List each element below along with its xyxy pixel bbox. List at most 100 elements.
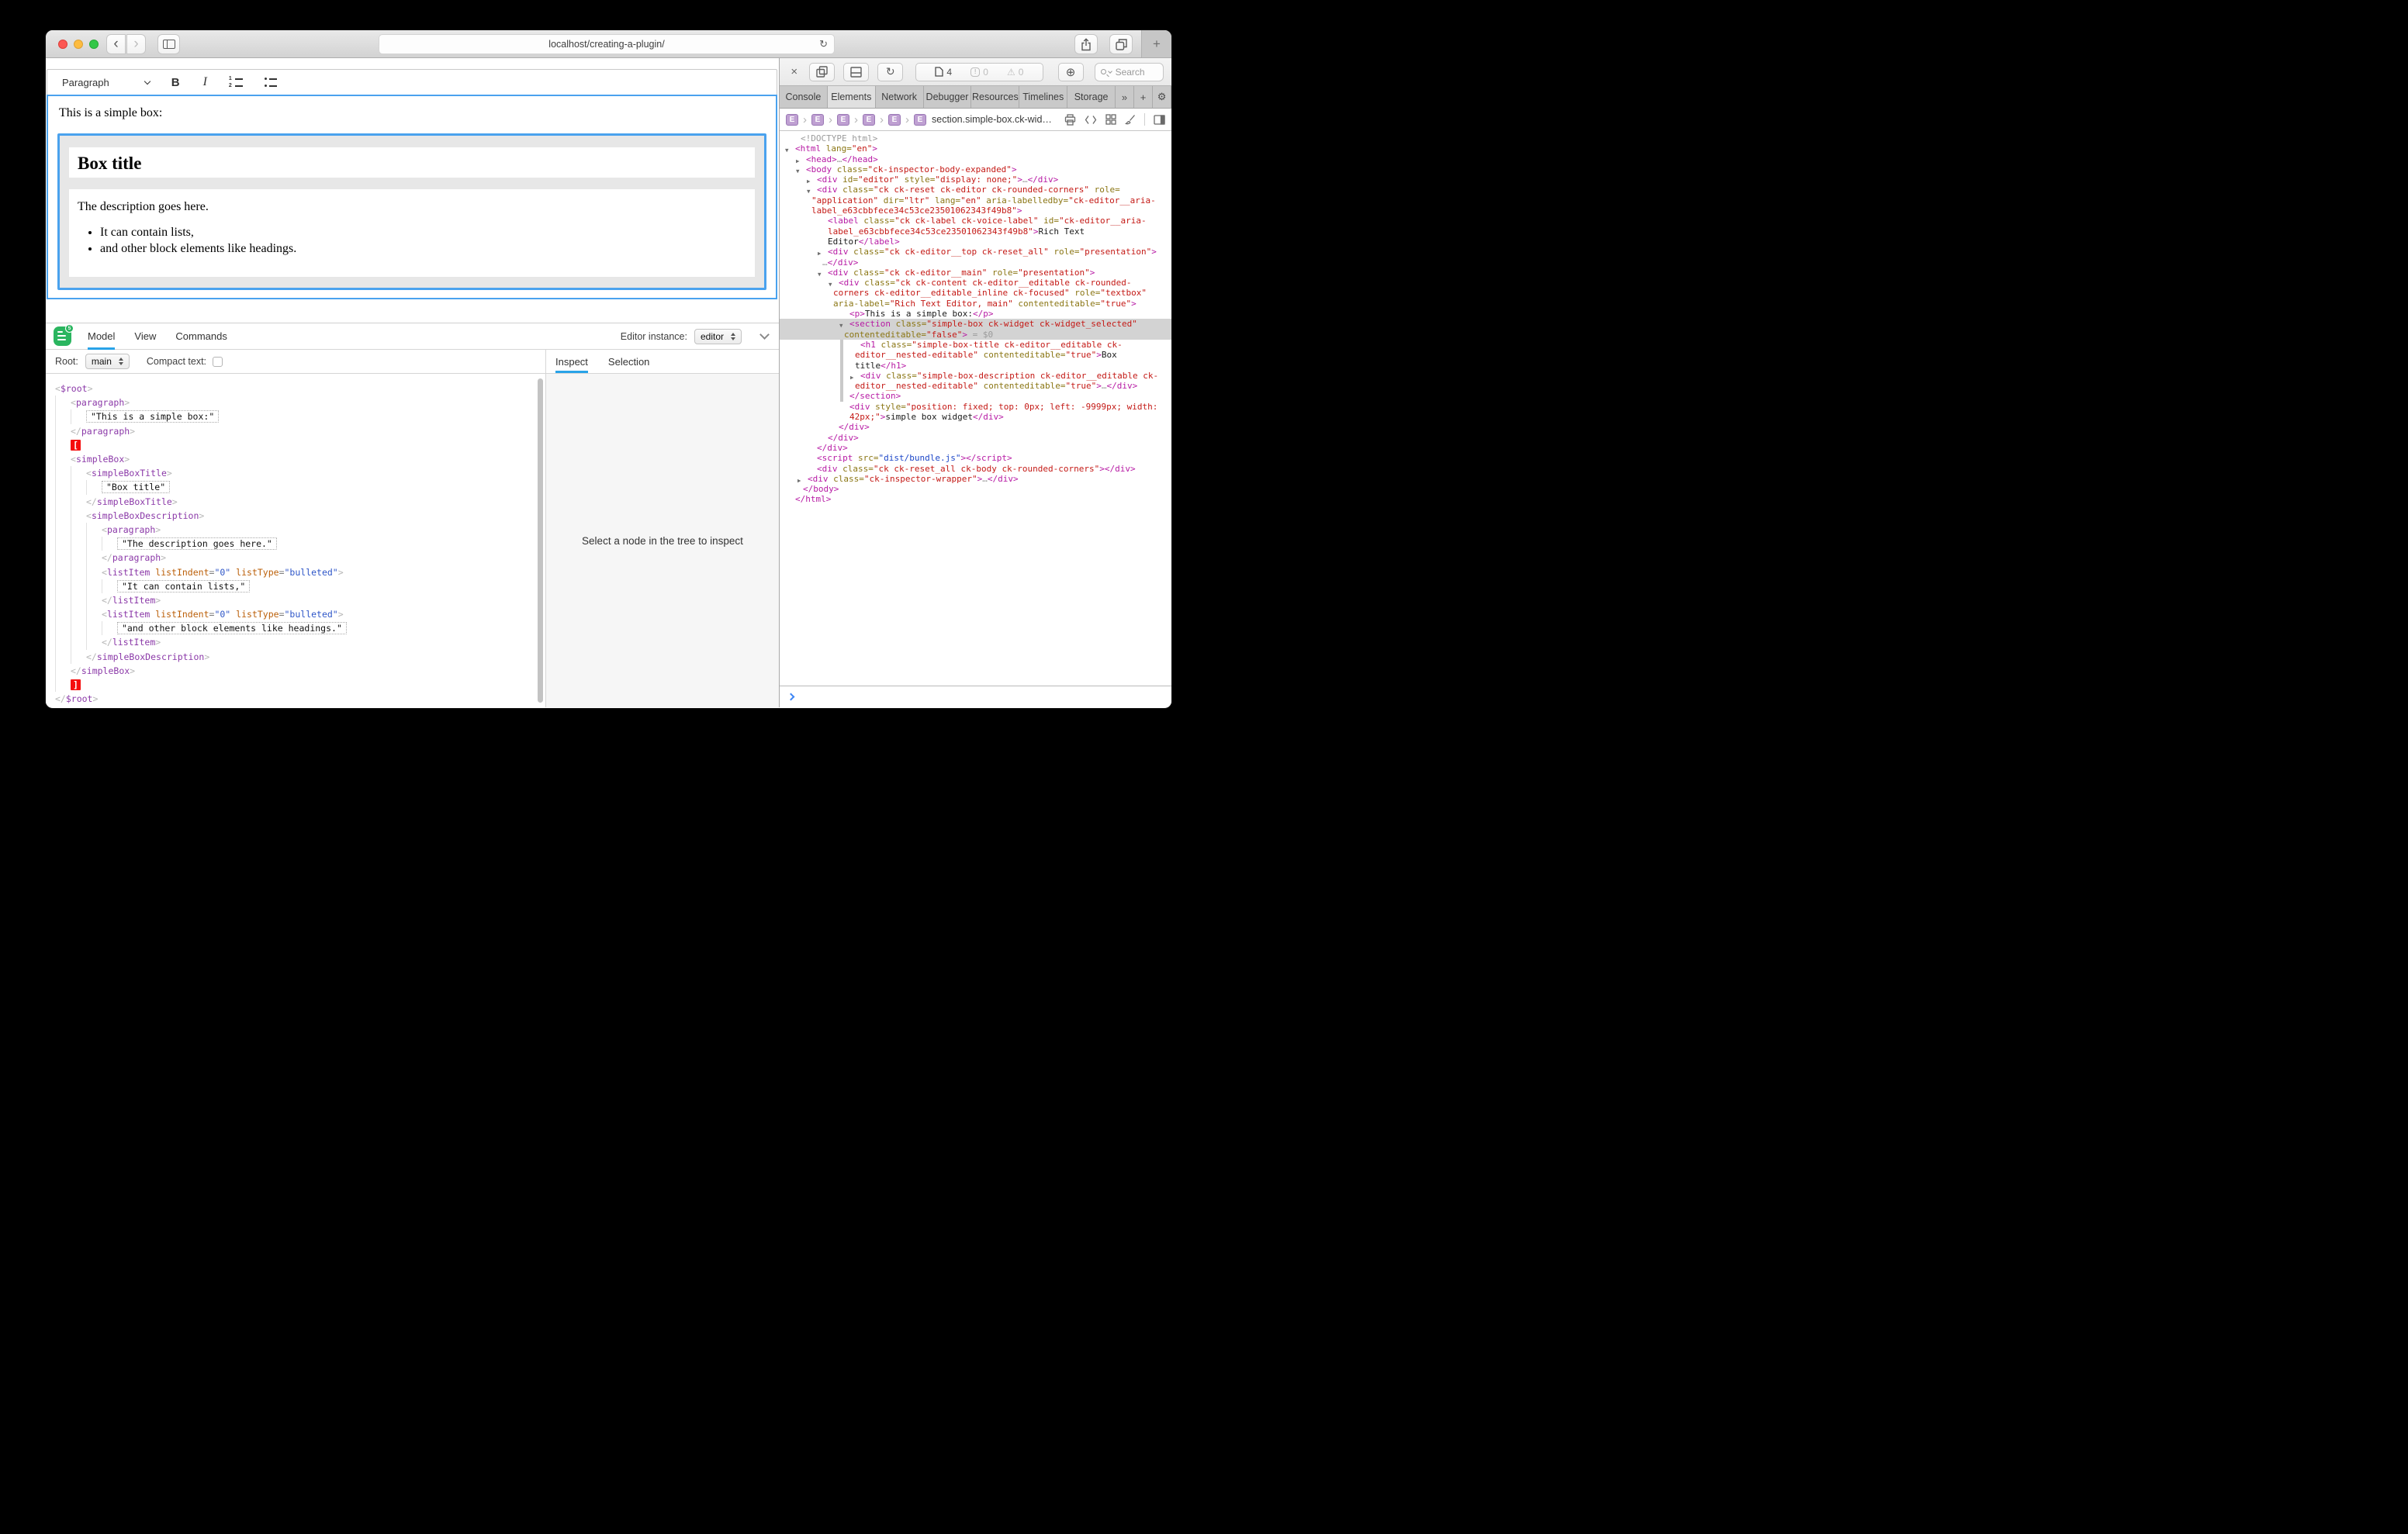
rich-text-editable[interactable]: This is a simple box: Box title The desc… — [47, 95, 777, 299]
model-tree-line[interactable]: </$root> — [46, 692, 545, 706]
model-tree-line[interactable]: [ — [46, 438, 545, 452]
model-tree-line[interactable]: <simpleBoxTitle> — [46, 466, 545, 480]
close-devtools-button[interactable]: × — [787, 65, 801, 78]
devtools-code-line[interactable]: ▼<div class="ck ck-editor__main" role="p… — [780, 268, 1171, 278]
reload-page-button[interactable]: ↻ — [877, 63, 903, 81]
dock-side-button[interactable] — [809, 63, 835, 81]
model-tree-line[interactable]: "Box title" — [46, 480, 545, 494]
devtools-code-line[interactable]: label_e63cbbfece34c53ce23501062343f49b8"… — [780, 226, 1171, 237]
devtools-code-line[interactable]: </div> — [780, 443, 1171, 453]
model-tree-line[interactable]: "This is a simple box:" — [46, 409, 545, 423]
address-bar[interactable]: localhost/creating-a-plugin/ ↻ — [379, 34, 835, 54]
reload-icon[interactable]: ↻ — [819, 38, 828, 50]
devtools-code-line[interactable]: </body> — [780, 484, 1171, 494]
zoom-window-button[interactable] — [89, 40, 99, 49]
devtools-tab-console[interactable]: Console — [780, 86, 828, 108]
model-tree-line[interactable]: </listItem> — [46, 635, 545, 649]
sidebar-button[interactable] — [157, 34, 180, 54]
devtools-code-line[interactable]: <script src="dist/bundle.js"></script> — [780, 453, 1171, 463]
devtools-code-line[interactable]: contenteditable="false"> = $0 — [780, 330, 1171, 340]
model-tree-line[interactable]: <$root> — [46, 382, 545, 396]
grid-icon[interactable] — [1105, 114, 1116, 125]
devtools-code-line[interactable]: aria-label="Rich Text Editor, main" cont… — [780, 299, 1171, 309]
settings-gear-button[interactable]: ⚙ — [1153, 86, 1171, 108]
devtools-code-line[interactable]: 42px;">simple box widget</div> — [780, 412, 1171, 422]
devtools-code-line[interactable]: ▶<div class="simple-box-description ck-e… — [780, 371, 1171, 381]
box-description-bullet[interactable]: and other block elements like headings. — [100, 242, 746, 256]
model-tree-line[interactable]: <paragraph> — [46, 523, 545, 537]
model-tree-line[interactable]: </paragraph> — [46, 424, 545, 438]
model-tree-line[interactable]: <paragraph> — [46, 396, 545, 409]
devtools-code-line[interactable]: ▼<div class="ck ck-reset ck-editor ck-ro… — [780, 185, 1171, 195]
minimize-window-button[interactable] — [74, 40, 83, 49]
devtools-code-line[interactable]: ▶<div class="ck ck-editor__top ck-reset_… — [780, 247, 1171, 257]
box-title[interactable]: Box title — [78, 154, 746, 174]
model-tree-line[interactable]: <listItem listIndent="0" listType="bulle… — [46, 607, 545, 621]
devtools-new-tab-button[interactable]: + — [1134, 86, 1153, 108]
show-all-tabs-button[interactable] — [1109, 34, 1133, 54]
devtools-code-line[interactable]: </section> — [780, 391, 1171, 401]
devtools-code-line[interactable]: ▶<div id="editor" style="display: none;"… — [780, 174, 1171, 185]
inspector-side-tab-selection[interactable]: Selection — [608, 350, 649, 373]
compact-text-checkbox[interactable] — [213, 357, 223, 367]
intro-paragraph[interactable]: This is a simple box: — [59, 106, 765, 120]
model-tree-line[interactable]: "It can contain lists," — [46, 579, 545, 593]
devtools-tab-resources[interactable]: Resources — [971, 86, 1019, 108]
devtools-code-line[interactable]: <h1 class="simple-box-title ck-editor__e… — [780, 340, 1171, 350]
element-badge[interactable]: E — [786, 114, 798, 126]
inspector-tab-view[interactable]: View — [134, 323, 156, 350]
devtools-code-line[interactable]: ▼<body class="ck-inspector-body-expanded… — [780, 164, 1171, 174]
inspector-tab-commands[interactable]: Commands — [175, 323, 227, 350]
devtools-code-line[interactable]: ▼<section class="simple-box ck-widget ck… — [780, 319, 1171, 329]
model-tree-line[interactable]: "and other block elements like headings.… — [46, 621, 545, 635]
model-tree-line[interactable]: <simpleBoxDescription> — [46, 509, 545, 523]
share-button[interactable] — [1074, 34, 1098, 54]
devtools-code-line[interactable]: <p>This is a simple box:</p> — [780, 309, 1171, 319]
devtools-code-line[interactable]: ▶<div class="ck-inspector-wrapper">…</di… — [780, 474, 1171, 484]
model-tree-line[interactable]: </paragraph> — [46, 551, 545, 565]
devtools-code-line[interactable]: ▼<div class="ck ck-content ck-editor__ed… — [780, 278, 1171, 288]
back-button[interactable]: ‹ — [106, 34, 126, 54]
devtools-search-field[interactable]: Search — [1095, 63, 1164, 81]
devtools-code-line[interactable]: </html> — [780, 494, 1171, 504]
bold-button[interactable]: B — [171, 76, 180, 89]
dock-bottom-button[interactable] — [843, 63, 869, 81]
inspector-tab-model[interactable]: Model — [88, 323, 115, 350]
devtools-tab-network[interactable]: Network — [876, 86, 924, 108]
numbered-list-button[interactable]: 1 2 — [229, 77, 243, 88]
box-description-area[interactable]: The description goes here. It can contai… — [69, 189, 755, 277]
devtools-code-line[interactable]: </div> — [780, 422, 1171, 432]
inspector-side-tab-inspect[interactable]: Inspect — [555, 350, 588, 373]
forward-button[interactable]: › — [126, 34, 146, 54]
editor-instance-select[interactable]: editor — [694, 329, 742, 344]
close-window-button[interactable] — [58, 40, 67, 49]
devtools-code-line[interactable]: editor__nested-editable" contenteditable… — [780, 381, 1171, 391]
devtools-code-line[interactable]: <div class="ck ck-reset_all ck-body ck-r… — [780, 464, 1171, 474]
box-description-bullet[interactable]: It can contain lists, — [100, 226, 746, 240]
devtools-code-line[interactable]: <!DOCTYPE html> — [780, 133, 1171, 143]
devtools-code-line[interactable]: editor__nested-editable" contenteditable… — [780, 350, 1171, 360]
devtools-tab-storage[interactable]: Storage — [1067, 86, 1116, 108]
devtools-tab-timelines[interactable]: Timelines — [1019, 86, 1067, 108]
more-tabs-button[interactable]: » — [1116, 86, 1134, 108]
model-tree-line[interactable]: </listItem> — [46, 593, 545, 607]
italic-button[interactable]: I — [203, 75, 207, 89]
box-title-area[interactable]: Box title — [69, 147, 755, 178]
breadcrumb-current-node[interactable]: section.simple-box.ck-wid… — [932, 114, 1052, 125]
details-sidebar-icon[interactable] — [1154, 115, 1165, 125]
root-select[interactable]: main — [85, 354, 130, 369]
simple-box-widget[interactable]: Box title The description goes here. It … — [57, 133, 766, 290]
model-tree-line[interactable]: </simpleBox> — [46, 664, 545, 678]
element-badge[interactable]: E — [811, 114, 824, 126]
model-tree-line[interactable]: "The description goes here." — [46, 537, 545, 551]
devtools-code-line[interactable]: title</h1> — [780, 361, 1171, 371]
devtools-code-line[interactable]: corners ck-editor__editable_inline ck-fo… — [780, 288, 1171, 298]
element-badge[interactable]: E — [837, 114, 849, 126]
devtools-code-line[interactable]: Editor</label> — [780, 237, 1171, 247]
model-tree-line[interactable]: <simpleBox> — [46, 452, 545, 466]
styles-brush-icon[interactable] — [1125, 114, 1136, 125]
devtools-code-line[interactable]: label_e63cbbfece34c53ce23501062343f49b8"… — [780, 206, 1171, 216]
devtools-code-line[interactable]: </div> — [780, 433, 1171, 443]
element-badge[interactable]: E — [888, 114, 901, 126]
model-tree-line[interactable]: </simpleBoxTitle> — [46, 495, 545, 509]
